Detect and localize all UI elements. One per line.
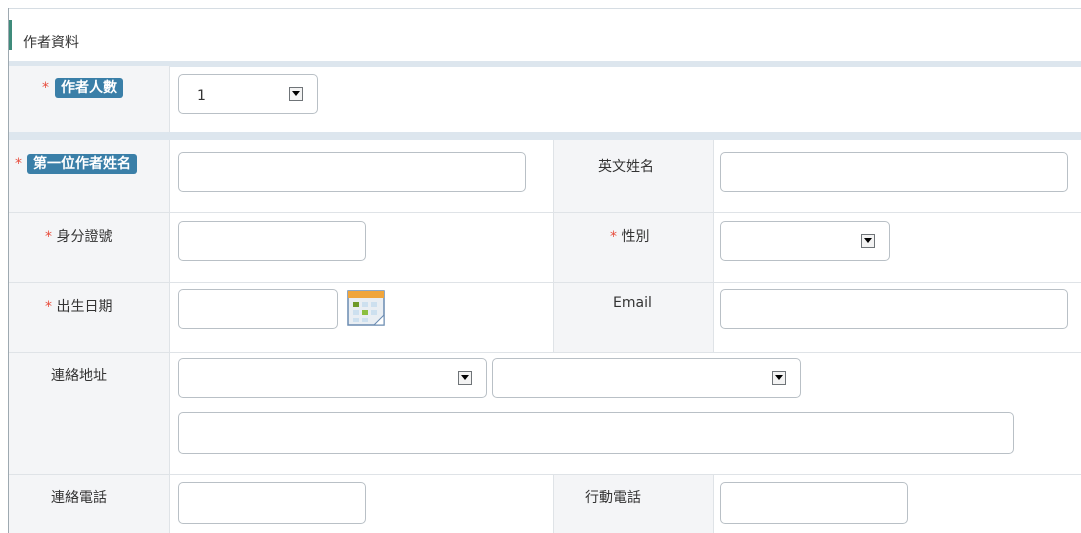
chevron-down-icon[interactable] [289, 87, 303, 101]
address-city-select[interactable] [178, 358, 487, 398]
col-divider [169, 140, 170, 533]
phone-label: 連絡電話 [51, 490, 107, 506]
chevron-down-icon[interactable] [861, 234, 875, 248]
section-header [9, 8, 1081, 67]
mobile-label: 行動電話 [585, 490, 641, 506]
first-author-name-input[interactable] [178, 152, 526, 192]
chevron-down-icon[interactable] [772, 371, 786, 385]
required-mark: * [45, 299, 52, 315]
required-mark: * [42, 80, 49, 96]
id-number-input[interactable] [178, 221, 366, 261]
email-label: Email [613, 295, 652, 311]
author-count-value: 1 [197, 88, 206, 104]
section-title: 作者資料 [23, 35, 79, 51]
label-cell-author-count [9, 66, 169, 132]
header-accent-bar [9, 20, 12, 50]
required-mark: * [15, 156, 22, 172]
phone-input[interactable] [178, 482, 366, 524]
chevron-down-icon[interactable] [458, 371, 472, 385]
col-divider [553, 140, 554, 352]
required-mark: * [610, 229, 617, 245]
id-number-label-text: 身分證號 [56, 229, 113, 245]
birth-date-label: * 出生日期 [45, 296, 112, 316]
address-label: 連絡地址 [51, 368, 107, 384]
english-name-input[interactable] [720, 152, 1068, 192]
id-number-label: * 身分證號 [45, 226, 112, 246]
mobile-input[interactable] [720, 482, 908, 524]
calendar-icon[interactable] [346, 288, 388, 330]
english-name-label: 英文姓名 [598, 159, 654, 175]
birth-date-label-text: 出生日期 [56, 299, 113, 315]
gender-select[interactable] [720, 221, 890, 261]
author-form: 作者資料 * 作者人數 1 * 第一位作者姓名 英文姓名 * 身分證號 * 性別… [8, 8, 1081, 533]
first-author-badge: 第一位作者姓名 [27, 154, 137, 174]
author-count-badge: 作者人數 [55, 78, 123, 98]
col-divider [169, 66, 170, 132]
first-author-label: * 第一位作者姓名 [15, 154, 137, 174]
section-separator [9, 132, 1081, 140]
col-divider [713, 474, 714, 533]
col-divider [553, 474, 554, 533]
birth-date-input[interactable] [178, 289, 338, 329]
email-input[interactable] [720, 289, 1068, 329]
address-district-select[interactable] [492, 358, 801, 398]
gender-label-text: 性別 [621, 229, 650, 245]
col-divider [713, 140, 714, 352]
required-mark: * [45, 229, 52, 245]
author-count-select[interactable]: 1 [178, 74, 318, 114]
gender-label: * 性別 [610, 226, 649, 246]
author-count-label: * 作者人數 [42, 78, 123, 98]
address-street-input[interactable] [178, 412, 1014, 454]
